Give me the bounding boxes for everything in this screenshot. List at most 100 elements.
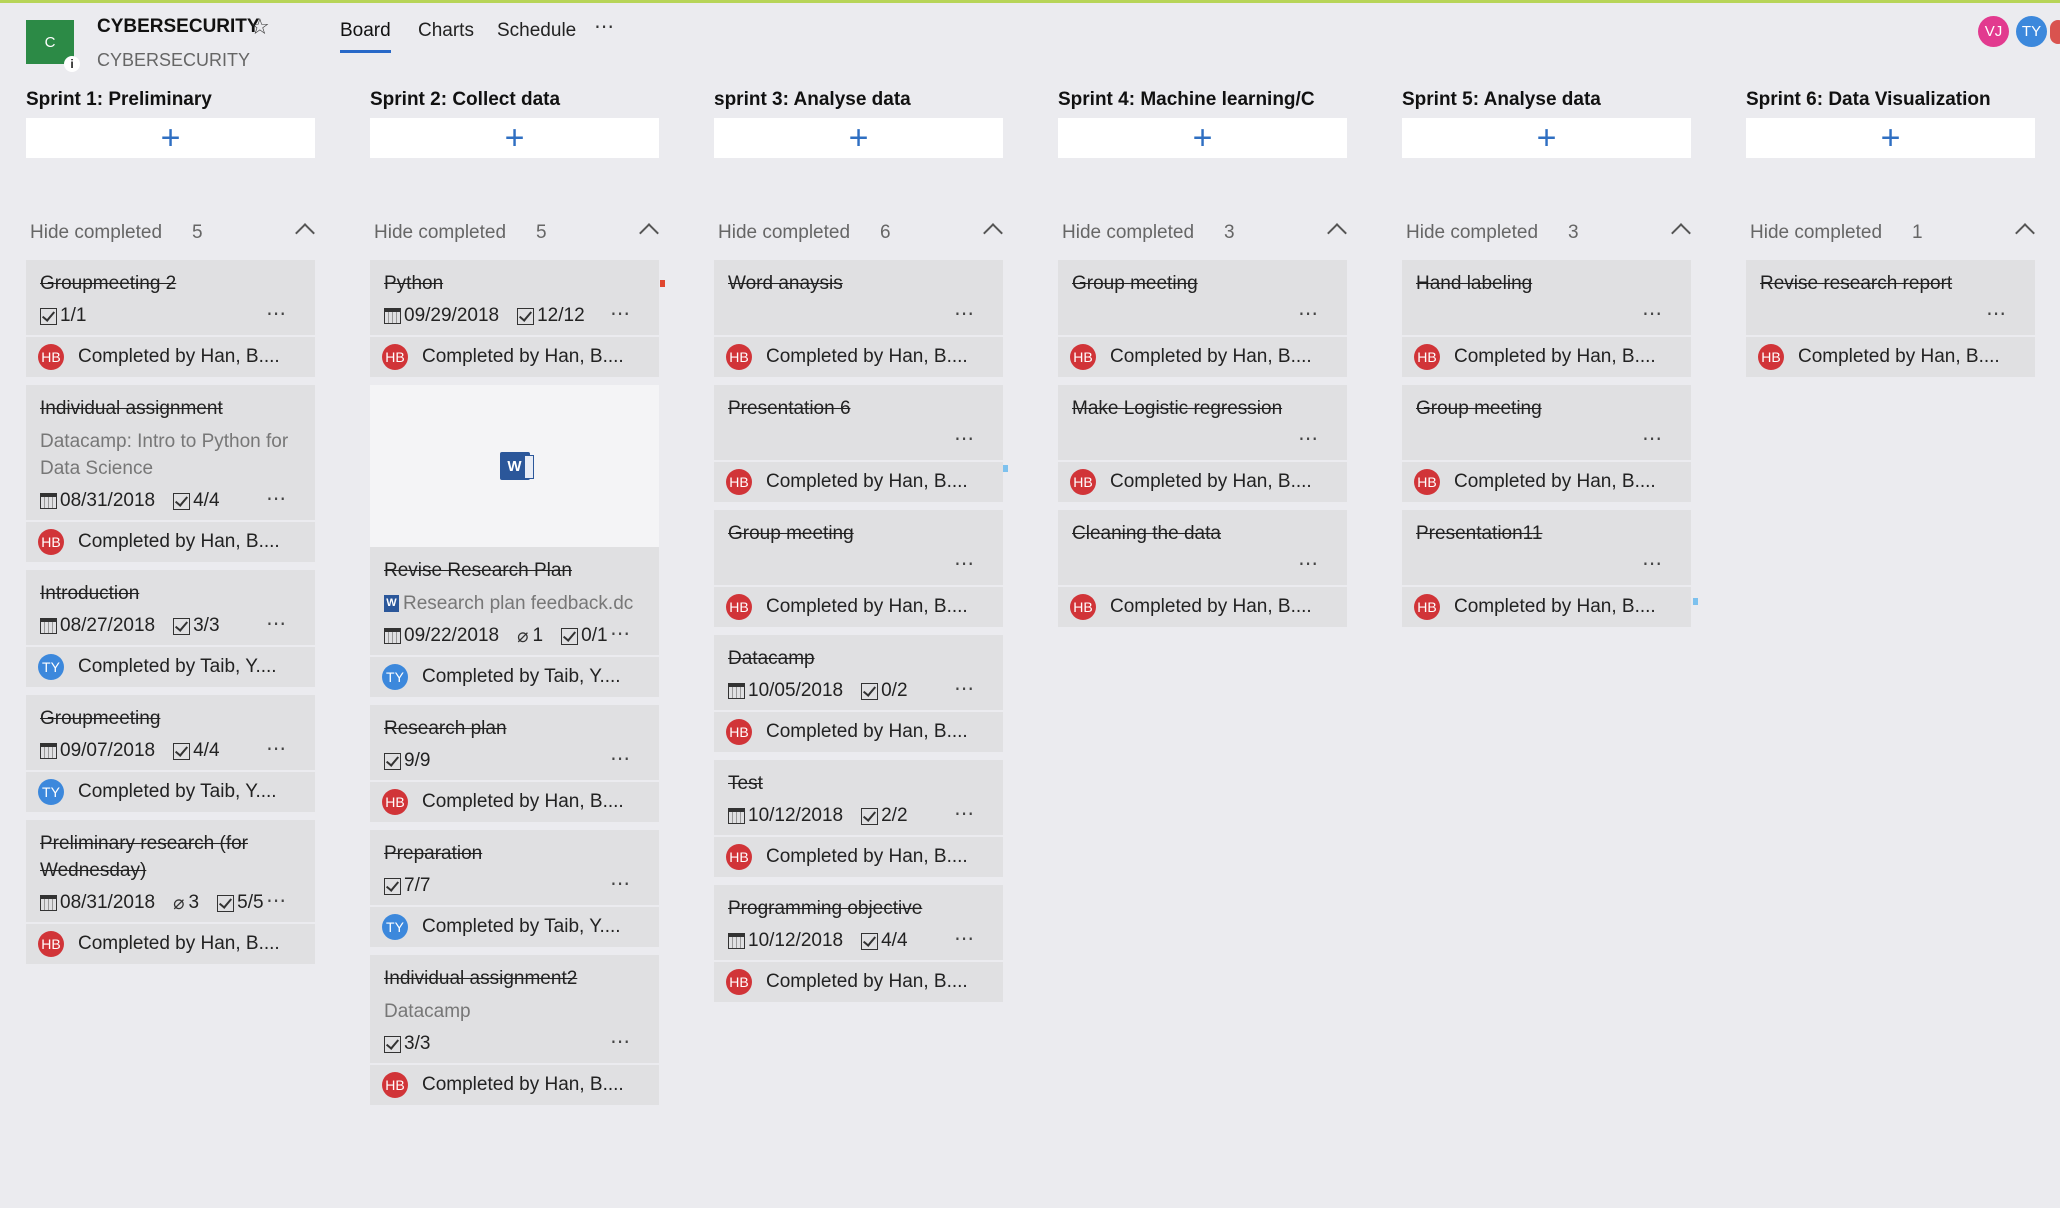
task-title[interactable]: Revise Research Plan (384, 557, 645, 584)
more-options-icon[interactable]: ⋯ (610, 869, 631, 899)
task-title[interactable]: Group meeting (1416, 395, 1677, 422)
bucket-title[interactable]: Sprint 6: Data Visualization (1746, 86, 2036, 114)
avatar[interactable]: HB (726, 594, 752, 620)
task-card[interactable]: Group meeting ⋯ HB Completed by Han, B.... (1058, 260, 1347, 377)
chevron-up-icon[interactable] (639, 223, 659, 243)
more-options-icon[interactable]: ⋯ (266, 484, 287, 514)
avatar[interactable]: HB (1414, 469, 1440, 495)
bucket-title[interactable]: sprint 3: Analyse data (714, 86, 1004, 114)
plan-logo[interactable]: C i (26, 20, 80, 72)
tab-board[interactable]: Board (340, 20, 391, 53)
task-card[interactable]: Group meeting ⋯ HB Completed by Han, B.... (714, 510, 1003, 627)
add-task-button[interactable]: + (370, 118, 659, 158)
hide-completed-toggle[interactable]: Hide completed 6 (714, 220, 1004, 248)
tab-charts[interactable]: Charts (418, 20, 474, 50)
hide-completed-toggle[interactable]: Hide completed 1 (1746, 220, 2036, 248)
task-card[interactable]: Revise research report ⋯ HB Completed by Ha… (1746, 260, 2035, 377)
more-options-icon[interactable]: ⋯ (1298, 549, 1319, 579)
hide-completed-toggle[interactable]: Hide completed 5 (370, 220, 660, 248)
member-avatar-ty[interactable]: TY (2016, 16, 2047, 47)
more-options-icon[interactable]: ⋯ (954, 799, 975, 829)
avatar[interactable]: HB (382, 344, 408, 370)
task-title[interactable]: Introduction (40, 580, 301, 607)
more-options-icon[interactable]: ⋯ (954, 924, 975, 954)
more-options-icon[interactable]: ⋯ (610, 619, 631, 649)
bucket-title[interactable]: Sprint 2: Collect data (370, 86, 660, 114)
task-title[interactable]: Presentation11 (1416, 520, 1677, 547)
task-title[interactable]: Datacamp (728, 645, 989, 672)
avatar[interactable]: TY (382, 914, 408, 940)
add-task-button[interactable]: + (714, 118, 1003, 158)
avatar[interactable]: HB (726, 844, 752, 870)
more-options-icon[interactable]: ⋯ (1298, 299, 1319, 329)
more-options-icon[interactable]: ⋯ (266, 299, 287, 329)
task-card[interactable]: W Revise Research Plan W Research plan feed… (370, 385, 659, 697)
add-task-button[interactable]: + (26, 118, 315, 158)
more-options-icon[interactable]: ⋯ (266, 609, 287, 639)
task-card[interactable]: Test 10/12/2018 2/2 ⋯ HB Completed by Han, B.… (714, 760, 1003, 877)
more-options-icon[interactable]: ⋯ (954, 549, 975, 579)
task-title[interactable]: Individual assignment2 (384, 965, 645, 992)
avatar[interactable]: HB (726, 969, 752, 995)
task-attachment[interactable]: W Research plan feedback.dc (384, 590, 645, 617)
task-card[interactable]: Make Logistic regression ⋯ HB Completed by … (1058, 385, 1347, 502)
task-card[interactable]: Presentation11 ⋯ HB Completed by Han, B.... (1402, 510, 1691, 627)
task-title[interactable]: Programming objective (728, 895, 989, 922)
task-card[interactable]: Datacamp 10/05/2018 0/2 ⋯ HB Completed by Han… (714, 635, 1003, 752)
task-title[interactable]: Revise research report (1760, 270, 2021, 297)
info-icon[interactable]: i (64, 56, 80, 72)
bucket-title[interactable]: Sprint 4: Machine learning/C (1058, 86, 1348, 114)
task-title[interactable]: Make Logistic regression (1072, 395, 1333, 422)
chevron-up-icon[interactable] (1327, 223, 1347, 243)
add-task-button[interactable]: + (1058, 118, 1347, 158)
task-title[interactable]: Cleaning the data (1072, 520, 1333, 547)
hide-completed-toggle[interactable]: Hide completed 3 (1402, 220, 1692, 248)
more-options-icon[interactable]: ⋯ (594, 14, 615, 39)
task-title[interactable]: Individual assignment (40, 395, 301, 422)
task-title[interactable]: Presentation 6 (728, 395, 989, 422)
more-options-icon[interactable]: ⋯ (1642, 299, 1663, 329)
avatar[interactable]: HB (1070, 344, 1096, 370)
avatar[interactable]: TY (38, 654, 64, 680)
more-options-icon[interactable]: ⋯ (1642, 549, 1663, 579)
task-card[interactable]: Group meeting ⋯ HB Completed by Han, B.... (1402, 385, 1691, 502)
task-title[interactable]: Preliminary research (for Wednesday) (40, 830, 301, 884)
attachment-preview[interactable]: W (370, 385, 659, 547)
task-card[interactable]: Word anaysis ⋯ HB Completed by Han, B.... (714, 260, 1003, 377)
task-card[interactable]: Cleaning the data ⋯ HB Completed by Han, B.… (1058, 510, 1347, 627)
avatar[interactable]: HB (726, 719, 752, 745)
chevron-up-icon[interactable] (983, 223, 1003, 243)
task-card[interactable]: Groupmeeting 09/07/2018 4/4 ⋯ TY Completed by… (26, 695, 315, 812)
avatar[interactable]: HB (1070, 469, 1096, 495)
more-options-icon[interactable]: ⋯ (266, 734, 287, 764)
avatar[interactable]: TY (38, 779, 64, 805)
task-card[interactable]: Introduction 08/27/2018 3/3 ⋯ TY Completed by… (26, 570, 315, 687)
member-avatar-vj[interactable]: VJ (1978, 16, 2009, 47)
task-card[interactable]: Hand labeling ⋯ HB Completed by Han, B.... (1402, 260, 1691, 377)
task-title[interactable]: Groupmeeting 2 (40, 270, 301, 297)
task-title[interactable]: Test (728, 770, 989, 797)
task-title[interactable]: Hand labeling (1416, 270, 1677, 297)
member-avatar-overflow[interactable] (2050, 20, 2060, 44)
bucket-title[interactable]: Sprint 1: Preliminary (26, 86, 316, 114)
task-card[interactable]: Presentation 6 ⋯ HB Completed by Han, B.... (714, 385, 1003, 502)
more-options-icon[interactable]: ⋯ (610, 1027, 631, 1057)
more-options-icon[interactable]: ⋯ (954, 299, 975, 329)
tab-schedule[interactable]: Schedule (497, 20, 576, 50)
avatar[interactable]: HB (38, 344, 64, 370)
task-title[interactable]: Group meeting (728, 520, 989, 547)
task-card[interactable]: Programming objective 10/12/2018 4/4 ⋯ HB Com… (714, 885, 1003, 1002)
avatar[interactable]: HB (1414, 344, 1440, 370)
more-options-icon[interactable]: ⋯ (1642, 424, 1663, 454)
plan-subtitle[interactable]: CYBERSECURITY (97, 50, 250, 71)
task-card[interactable]: Research plan 9/9 ⋯ HB Completed by Han, B..… (370, 705, 659, 822)
task-title[interactable]: Preparation (384, 840, 645, 867)
task-card[interactable]: Individual assignment Datacamp: Intro to … (26, 385, 315, 562)
task-title[interactable]: Research plan (384, 715, 645, 742)
task-title[interactable]: Python (384, 270, 645, 297)
task-card[interactable]: Individual assignment2 Datacamp 3/3 ⋯ HB Comp… (370, 955, 659, 1105)
chevron-up-icon[interactable] (295, 223, 315, 243)
star-icon[interactable]: ☆ (250, 14, 270, 40)
avatar[interactable]: HB (726, 344, 752, 370)
task-title[interactable]: Groupmeeting (40, 705, 301, 732)
